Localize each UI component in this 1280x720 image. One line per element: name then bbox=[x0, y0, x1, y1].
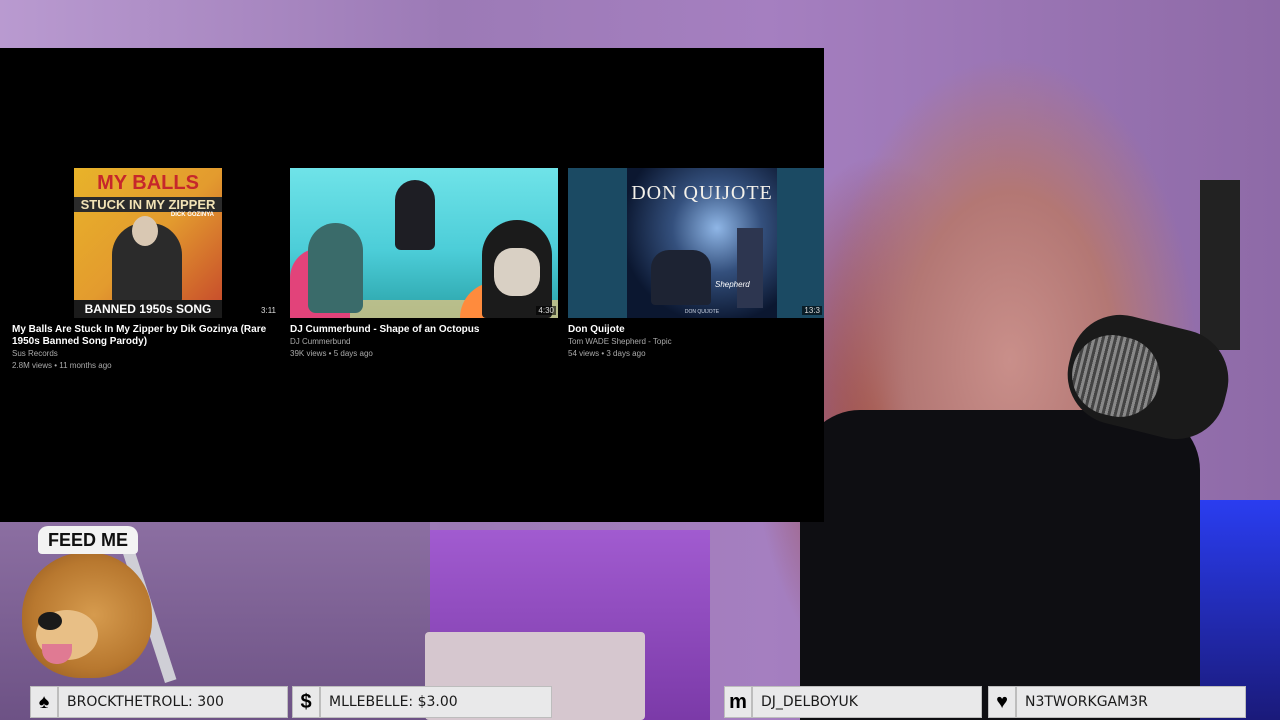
channel-name[interactable]: Sus Records bbox=[12, 348, 280, 360]
dog-overlay: FEED ME bbox=[22, 526, 154, 678]
video-thumbnail[interactable]: MY BALLS STUCK IN MY ZIPPER DICK GOZINYA… bbox=[12, 168, 280, 318]
ticker-item-latest-follower: ♥ N3TWORKGAM3R bbox=[988, 686, 1246, 718]
m-icon: m bbox=[725, 687, 753, 717]
album-art: MY BALLS STUCK IN MY ZIPPER DICK GOZINYA… bbox=[74, 168, 222, 318]
ticker-item-latest-mod: m DJ_DELBOYUK bbox=[724, 686, 982, 718]
heart-icon: ♥ bbox=[989, 687, 1017, 717]
video-meta: 54 views • 3 days ago bbox=[568, 349, 646, 358]
video-thumbnail[interactable]: DON QUIJOTE Shepherd DON QUIJOTE 13:3 bbox=[568, 168, 824, 318]
mic-arm bbox=[1200, 180, 1240, 350]
thumb-artist: DICK GOZINYA bbox=[170, 212, 214, 218]
video-title[interactable]: DJ Cummerbund - Shape of an Octopus bbox=[290, 324, 558, 336]
thumb-signature: Shepherd bbox=[715, 280, 750, 289]
streamer-shirt bbox=[800, 410, 1200, 720]
video-meta: 2.8M views • 11 months ago bbox=[12, 361, 112, 370]
suggested-video-1[interactable]: MY BALLS STUCK IN MY ZIPPER DICK GOZINYA… bbox=[12, 168, 280, 372]
channel-name[interactable]: DJ Cummerbund bbox=[290, 336, 558, 348]
spade-icon: ♠ bbox=[31, 687, 59, 717]
dollar-icon: $ bbox=[293, 687, 321, 717]
suggested-video-3[interactable]: DON QUIJOTE Shepherd DON QUIJOTE 13:3 Do… bbox=[568, 168, 824, 360]
video-title[interactable]: Don Quijote bbox=[568, 324, 824, 336]
ticker-item-top-tip: $ MLLEBELLE: $3.00 bbox=[292, 686, 552, 718]
thumb-face bbox=[132, 216, 158, 246]
ticker-text: BROCKTHETROLL: 300 bbox=[67, 694, 224, 710]
thumb-subtitle: DON QUIJOTE bbox=[684, 309, 720, 315]
ticker-item-top-bits: ♠ BROCKTHETROLL: 300 bbox=[30, 686, 288, 718]
thumb-figure bbox=[395, 180, 435, 250]
suggested-video-2[interactable]: 4:30 DJ Cummerbund - Shape of an Octopus… bbox=[290, 168, 558, 360]
thumb-subheadline: STUCK IN MY ZIPPER bbox=[74, 197, 222, 212]
thumb-tower bbox=[737, 228, 763, 308]
album-art: DON QUIJOTE Shepherd DON QUIJOTE bbox=[627, 168, 777, 318]
thumb-headline: MY BALLS bbox=[97, 172, 199, 194]
thumb-face bbox=[494, 248, 540, 296]
thumb-banner: BANNED 1950s SONG bbox=[74, 300, 222, 318]
video-thumbnail[interactable]: 4:30 bbox=[290, 168, 558, 318]
ticker-text: DJ_DELBOYUK bbox=[761, 694, 858, 710]
video-duration: 4:30 bbox=[536, 306, 556, 315]
video-duration: 13:3 bbox=[802, 306, 822, 315]
ticker-text: MLLEBELLE: $3.00 bbox=[329, 694, 458, 710]
thumb-horse-rider bbox=[651, 250, 711, 305]
channel-name[interactable]: Tom WADE Shepherd - Topic bbox=[568, 336, 824, 348]
thumb-octopus bbox=[308, 223, 363, 313]
video-meta: 39K views • 5 days ago bbox=[290, 349, 373, 358]
dog-hat-label: FEED ME bbox=[38, 526, 138, 554]
video-player[interactable]: MY BALLS STUCK IN MY ZIPPER DICK GOZINYA… bbox=[0, 48, 824, 522]
thumb-headline: DON QUIJOTE bbox=[631, 182, 773, 204]
video-duration: 3:11 bbox=[259, 306, 278, 315]
dog-nose bbox=[38, 612, 62, 630]
ticker-text: N3TWORKGAM3R bbox=[1025, 694, 1148, 710]
video-title[interactable]: My Balls Are Stuck In My Zipper by Dik G… bbox=[12, 324, 280, 348]
